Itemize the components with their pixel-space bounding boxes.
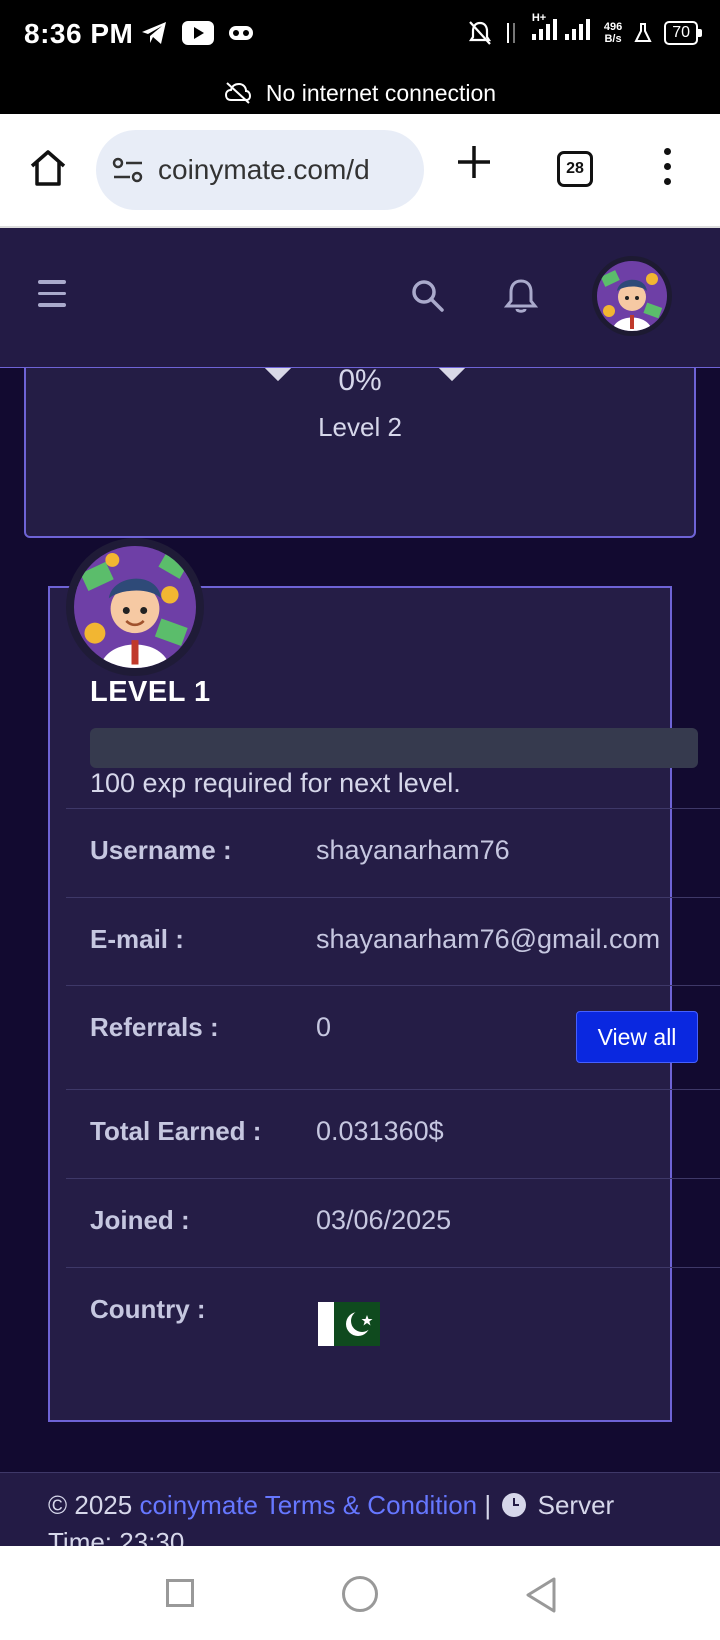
referrals-label: Referrals :: [90, 1012, 219, 1042]
server-time: Time: 23:30: [48, 1527, 185, 1546]
offline-text: No internet connection: [265, 79, 497, 106]
signal-group: H+: [530, 12, 592, 48]
server-label: Server: [537, 1490, 615, 1520]
info-row-country: Country :: [66, 1267, 720, 1387]
url-bar[interactable]: coinymate.com/d: [96, 130, 424, 210]
home-icon[interactable]: [28, 148, 68, 188]
email-label: E-mail :: [90, 924, 184, 954]
offline-banner: No internet connection: [0, 72, 720, 114]
joined-label: Joined :: [90, 1205, 190, 1235]
next-level-label: Level 2: [318, 412, 402, 442]
home-button[interactable]: [342, 1576, 378, 1612]
info-row-joined: Joined : 03/06/2025: [66, 1178, 720, 1268]
avatar[interactable]: [592, 256, 672, 336]
new-tab-icon[interactable]: [456, 144, 492, 180]
footer-separator: |: [484, 1490, 492, 1520]
footer-copyright: © 2025: [48, 1490, 133, 1520]
url-text[interactable]: coinymate.com/d: [158, 154, 370, 186]
battery-indicator: 70: [664, 21, 702, 45]
status-right: H+ 496 B/s 70: [468, 12, 702, 48]
footer-line: © 2025 coinymate Terms & Condition | Ser…: [48, 1487, 614, 1523]
flask-icon: [634, 23, 652, 42]
browser-menu-icon[interactable]: [664, 148, 671, 185]
site-footer: © 2025 coinymate Terms & Condition | Ser…: [0, 1472, 720, 1546]
telegram-icon: [142, 22, 166, 44]
gamepad-icon: [229, 26, 253, 40]
network-type: H+: [531, 12, 547, 24]
network-speed: 496 B/s: [603, 21, 623, 45]
browser-toolbar: coinymate.com/d 28: [0, 114, 720, 228]
data-transfer-icon: [506, 23, 515, 43]
search-icon[interactable]: [410, 278, 446, 314]
status-time: 8:36 PM: [24, 18, 134, 49]
joined-value: 03/06/2025: [316, 1205, 452, 1235]
cloud-off-icon: [224, 82, 251, 104]
menu-icon[interactable]: [38, 280, 66, 307]
youtube-icon: [182, 21, 214, 45]
username-value: shayanarham76: [316, 835, 510, 865]
pakistan-flag-icon: [318, 1302, 380, 1346]
xp-required-note: 100 exp required for next level.: [90, 768, 461, 798]
clock-icon: [502, 1493, 527, 1517]
site-settings-icon[interactable]: [112, 156, 144, 184]
terms-link[interactable]: coinymate Terms & Condition: [139, 1490, 477, 1520]
info-row-total-earned: Total Earned : 0.031360$: [66, 1089, 720, 1179]
total-earned-label: Total Earned :: [90, 1116, 262, 1146]
profile-avatar: [66, 538, 204, 676]
info-row-username: Username : shayanarham76: [66, 808, 720, 898]
country-label: Country :: [90, 1294, 206, 1324]
status-app-icons: [140, 20, 254, 46]
total-earned-value: 0.031360$: [316, 1116, 444, 1146]
site-header: [0, 228, 720, 368]
current-level-title: LEVEL 1: [90, 676, 211, 708]
recents-button[interactable]: [166, 1579, 194, 1607]
mute-notification-icon: [468, 21, 491, 45]
status-bar: 8:36 PM H+ 496 B/s 70: [0, 0, 720, 72]
referrals-value: 0: [316, 1012, 332, 1042]
bell-icon[interactable]: [502, 276, 540, 316]
back-icon[interactable]: [524, 1576, 558, 1614]
tab-switcher-button[interactable]: 28: [557, 151, 593, 187]
xp-progress-bar: [90, 728, 698, 768]
level-progress-percent: 0%: [338, 364, 382, 397]
view-all-referrals-button[interactable]: View all: [576, 1011, 698, 1063]
next-level-card: 0% Level 2: [24, 318, 696, 538]
username-label: Username :: [90, 835, 232, 865]
email-value: shayanarham76@gmail.com: [316, 924, 661, 954]
system-nav-bar: [0, 1546, 720, 1640]
info-row-email: E-mail : shayanarham76@gmail.com: [66, 897, 720, 985]
